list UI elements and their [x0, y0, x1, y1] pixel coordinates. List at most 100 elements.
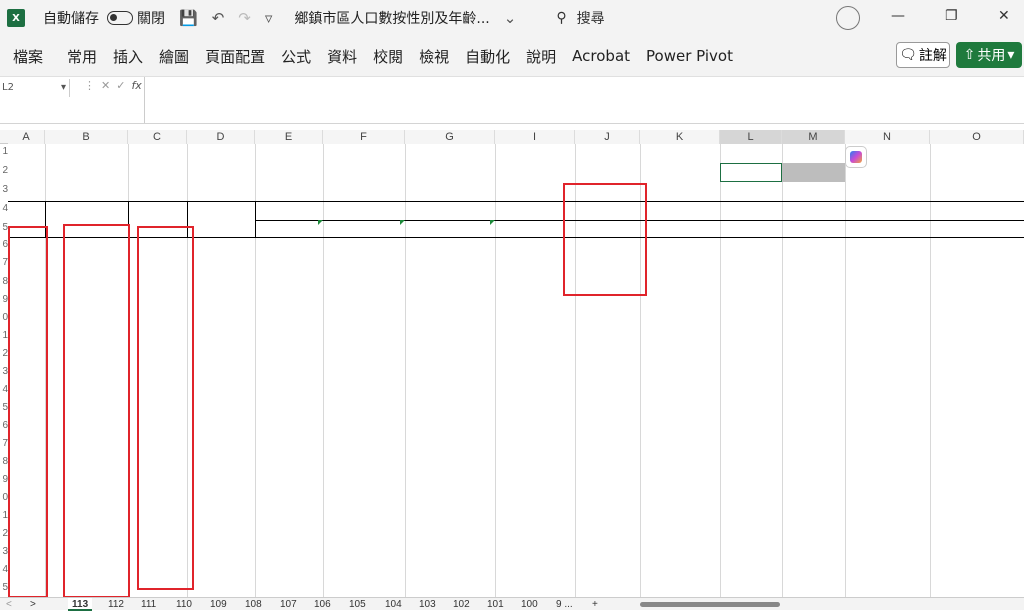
row-number[interactable]: 0	[0, 492, 8, 503]
column-header-o[interactable]: O	[930, 130, 1024, 144]
avatar[interactable]	[836, 6, 860, 30]
tab-acrobat[interactable]: Acrobat	[569, 47, 633, 65]
more-icon[interactable]: ⋮	[84, 79, 95, 92]
row-number[interactable]: 3	[0, 366, 8, 377]
row-number[interactable]: 8	[0, 276, 8, 287]
restore-icon[interactable]: ❐	[945, 8, 958, 24]
chevron-down-icon[interactable]: ▾	[61, 79, 69, 97]
column-header-l[interactable]: L	[720, 130, 782, 144]
share-button[interactable]: ⇧ 共用 ▾	[956, 42, 1022, 68]
search-box[interactable]: ⚲ 搜尋	[556, 8, 816, 28]
formula-input[interactable]	[144, 77, 1024, 123]
row-number[interactable]: 4	[0, 203, 8, 214]
sheet-tab-103[interactable]: 103	[419, 598, 436, 611]
sheet-tab-9[interactable]: 9 ...	[556, 598, 573, 611]
tab-page-layout[interactable]: 頁面配置	[202, 46, 268, 67]
tab-help[interactable]: 說明	[523, 46, 559, 67]
autosave-toggle[interactable]: 關閉	[107, 8, 165, 28]
column-header-e[interactable]: E	[255, 130, 323, 144]
sheet-tab-112[interactable]: 112	[108, 598, 124, 611]
tab-draw[interactable]: 繪圖	[156, 46, 192, 67]
save-icon[interactable]: 💾	[179, 9, 198, 27]
tab-insert[interactable]: 插入	[110, 46, 146, 67]
tab-view[interactable]: 檢視	[416, 46, 452, 67]
minimize-icon[interactable]: —	[891, 8, 905, 24]
row-number[interactable]: 6	[0, 239, 8, 250]
row-number[interactable]: 5	[0, 402, 8, 413]
row-number[interactable]: 4	[0, 564, 8, 575]
copilot-icon[interactable]	[845, 146, 867, 168]
sheet-tab-107[interactable]: 107	[280, 598, 297, 611]
row-number[interactable]: 3	[0, 184, 8, 195]
row-number[interactable]: 9	[0, 294, 8, 305]
column-header-n[interactable]: N	[845, 130, 930, 144]
value-cell	[720, 255, 782, 273]
sheet-tab-109[interactable]: 109	[210, 598, 227, 611]
name-box[interactable]: L2 ▾	[0, 79, 70, 97]
column-header-j[interactable]: J	[575, 130, 640, 144]
close-icon[interactable]: ✕	[998, 8, 1010, 24]
horizontal-scrollbar[interactable]	[640, 602, 780, 607]
sheet-tab-101[interactable]: 101	[487, 598, 504, 611]
customize-toolbar-icon[interactable]: ▿	[265, 9, 273, 27]
chevron-down-icon[interactable]: ▾	[1007, 47, 1014, 63]
row-number[interactable]: 7	[0, 257, 8, 268]
column-header-c[interactable]: C	[128, 130, 187, 144]
redo-icon[interactable]: ↷	[238, 9, 251, 27]
sheet-tab-102[interactable]: 102	[453, 598, 470, 611]
row-number[interactable]: 1	[0, 146, 8, 157]
row-number[interactable]: 2	[0, 528, 8, 539]
undo-icon[interactable]: ↶	[212, 9, 225, 27]
row-number[interactable]: 0	[0, 312, 8, 323]
enter-icon[interactable]: ✓	[116, 79, 125, 92]
selected-cell-l2[interactable]	[720, 163, 782, 182]
sheet-tab-113[interactable]: 113	[68, 598, 93, 611]
tab-formulas[interactable]: 公式	[278, 46, 314, 67]
chevron-down-icon[interactable]: ⌄	[504, 9, 517, 27]
row-number[interactable]: 2	[0, 165, 8, 176]
row-number[interactable]: 5	[0, 582, 8, 593]
add-sheet-icon[interactable]: +	[592, 598, 598, 611]
row-number[interactable]: 8	[0, 456, 8, 467]
value-cell	[495, 576, 575, 594]
scroll-left-icon[interactable]: <	[6, 598, 12, 611]
column-header-k[interactable]: K	[640, 130, 720, 144]
row-number[interactable]: 9	[0, 474, 8, 485]
column-header-d[interactable]: D	[187, 130, 255, 144]
scroll-right-icon[interactable]: >	[30, 598, 36, 611]
tab-data[interactable]: 資料	[324, 46, 360, 67]
cancel-icon[interactable]: ✕	[101, 79, 110, 92]
tab-file[interactable]: 檔案	[10, 46, 46, 67]
column-header-b[interactable]: B	[45, 130, 128, 144]
column-header-a[interactable]: A	[8, 130, 45, 144]
tab-home[interactable]: 常用	[64, 46, 100, 67]
row-number[interactable]: 1	[0, 330, 8, 341]
document-title[interactable]: 鄉鎮市區人口數按性別及年齡...	[294, 8, 489, 28]
value-cell	[405, 509, 495, 527]
row-number[interactable]: 1	[0, 510, 8, 521]
tab-review[interactable]: 校閱	[370, 46, 406, 67]
row-number[interactable]: 3	[0, 546, 8, 557]
column-header-g[interactable]: G	[405, 130, 495, 144]
toggle-switch-icon[interactable]	[107, 11, 133, 25]
row-number[interactable]: 4	[0, 384, 8, 395]
sheet-tab-104[interactable]: 104	[385, 598, 402, 611]
sheet-tab-100[interactable]: 100	[521, 598, 538, 611]
column-header-f[interactable]: F	[323, 130, 405, 144]
tab-automate[interactable]: 自動化	[462, 46, 513, 67]
sheet-tab-108[interactable]: 108	[245, 598, 262, 611]
row-number[interactable]: 6	[0, 420, 8, 431]
column-header-m[interactable]: M	[782, 130, 845, 144]
sheet-tab-106[interactable]: 106	[314, 598, 331, 611]
tab-power-pivot[interactable]: Power Pivot	[643, 47, 736, 65]
sheet-tab-105[interactable]: 105	[349, 598, 366, 611]
column-header-i[interactable]: I	[495, 130, 575, 144]
spreadsheet-grid[interactable]: ABCDEFGIJKLMNO12345678901234567890123456	[0, 124, 1024, 597]
sheet-tab-111[interactable]: 111	[141, 598, 156, 611]
comments-button[interactable]: 🗨 註解	[896, 42, 950, 68]
sheet-tab-110[interactable]: 110	[176, 598, 192, 611]
row-number[interactable]: 7	[0, 438, 8, 449]
row-number[interactable]: 5	[0, 222, 8, 233]
insert-function-icon[interactable]: fx	[131, 79, 141, 92]
row-number[interactable]: 2	[0, 348, 8, 359]
